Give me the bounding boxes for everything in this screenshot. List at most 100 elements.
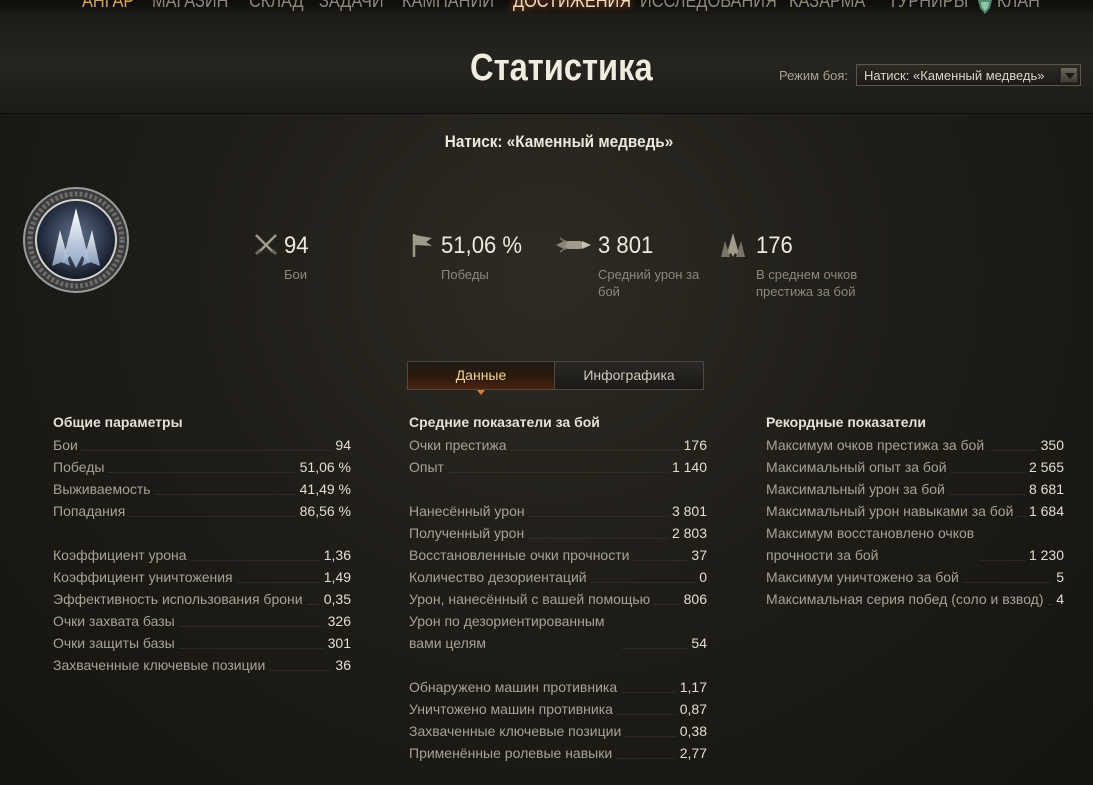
list-item: Применённые ролевые навыки 2,77	[409, 742, 707, 764]
battle-mode-selected: Натиск: «Каменный медведь»	[864, 68, 1045, 83]
list-item: Максимальный опыт за бой 2 565	[766, 456, 1064, 478]
list-item: Уничтожено машин противника 0,87	[409, 698, 707, 720]
stat-value: 806	[683, 591, 707, 607]
list-item: Максимум восстановлено очков прочности з…	[766, 522, 1064, 566]
stat-name: Попадания	[53, 503, 126, 519]
page-title: Статистика	[470, 47, 653, 89]
list-item: Коэффициент урона 1,36	[53, 544, 351, 566]
list-item: Захваченные ключевые позиции 0,38	[409, 720, 707, 742]
stat-value: 1 140	[671, 459, 707, 475]
nav-item-clan[interactable]: КЛАН	[997, 0, 1040, 13]
stat-value: 326	[327, 613, 351, 629]
tab-data[interactable]: Данные	[408, 362, 555, 395]
summary-avg-damage: 3 801 Средний урон за бой	[554, 232, 704, 302]
stat-value: 5	[1056, 569, 1064, 585]
list-item: Урон, нанесённый с вашей помощью 806	[409, 588, 707, 610]
stat-value: 176	[683, 437, 707, 453]
stat-name: Количество дезориентаций	[409, 569, 587, 585]
prestige-icon	[721, 233, 745, 257]
nav-item-barracks[interactable]: КАЗАРМА	[789, 0, 865, 13]
avg-prestige-label: В среднем очков престижа за бой	[756, 267, 858, 299]
list-item: Опыт 1 140	[409, 456, 707, 478]
stat-value: 2 803	[671, 525, 707, 541]
list-item: Очки престижа 176	[409, 434, 707, 456]
wins-label: Победы	[441, 267, 489, 282]
stat-value: 301	[327, 635, 351, 651]
list-item: Бои 94	[53, 434, 351, 456]
list-item: Обнаружено машин противника 1,17	[409, 676, 707, 698]
stat-value: 3 801	[671, 503, 707, 519]
list-item: Полученный урон 2 803	[409, 522, 707, 544]
nav-item-tournaments[interactable]: ТУРНИРЫ	[888, 0, 968, 13]
summary-battles: 94 Бои	[253, 232, 393, 292]
nav-item-achievements[interactable]: ДОСТИЖЕНИЯ	[513, 0, 631, 13]
stat-name: Опыт	[409, 459, 444, 475]
avg-damage-value: 3 801	[598, 232, 654, 259]
stat-name: Обнаружено машин противника	[409, 679, 618, 695]
column-title: Общие параметры	[53, 414, 183, 430]
list-item: Максимальный урон за бой 8 681	[766, 478, 1064, 500]
stat-value: 1 684	[1028, 503, 1064, 519]
stat-name: Максимальная серия побед (соло и взвод)	[766, 591, 1044, 607]
shell-burst-icon	[556, 237, 591, 253]
battle-mode-label: Режим боя:	[779, 68, 849, 83]
stat-value: 37	[691, 547, 707, 563]
list-item: Выживаемость 41,49 %	[53, 478, 351, 500]
stat-name: Захваченные ключевые позиции	[409, 723, 622, 739]
tab-infographics[interactable]: Инфографика	[555, 362, 703, 389]
list-item: Количество дезориентаций 0	[409, 566, 707, 588]
stat-value: 0	[699, 569, 707, 585]
stat-name: Коэффициент урона	[53, 547, 187, 563]
stat-name: Применённые ролевые навыки	[409, 745, 613, 761]
stat-name: Победы	[53, 459, 105, 475]
stat-name: Максимальный урон за бой	[766, 481, 945, 497]
crossed-swords-icon	[254, 234, 278, 256]
stat-name: Нанесённый урон	[409, 503, 525, 519]
nav-item-shop[interactable]: МАГАЗИН	[152, 0, 228, 13]
battles-value: 94	[284, 232, 309, 259]
stat-name: Бои	[53, 437, 78, 453]
general-stats-column: Общие параметры Бои 94 Победы 51,06 % Выжи…	[53, 414, 351, 676]
stat-value: 1,49	[323, 569, 351, 585]
stat-name: Очки захвата базы	[53, 613, 175, 629]
mode-heading: Натиск: «Каменный медведь»	[444, 132, 674, 151]
top-navigation: АНГАР МАГАЗИН СКЛАД ЗАДАЧИ КАМПАНИИ ДОСТ…	[0, 0, 1093, 14]
list-item: Максимальный урон навыками за бой 1 684	[766, 500, 1064, 522]
nav-item-research[interactable]: ИССЛЕДОВАНИЯ	[640, 0, 777, 13]
avg-damage-label: Средний урон за бой	[598, 267, 700, 299]
stat-name: Максимум уничтожено за бой	[766, 569, 959, 585]
battle-mode-dropdown[interactable]: Натиск: «Каменный медведь»	[856, 64, 1081, 86]
column-title: Рекордные показатели	[766, 414, 927, 430]
list-item: Максимум уничтожено за бой 5	[766, 566, 1064, 588]
list-item: Попадания 86,56 %	[53, 500, 351, 522]
stat-value: 8 681	[1028, 481, 1064, 497]
list-item: Очки защиты базы 301	[53, 632, 351, 654]
stat-name: Максимальный опыт за бой	[766, 459, 947, 475]
nav-item-campaigns[interactable]: КАМПАНИИ	[402, 0, 494, 13]
stat-value: 2,77	[679, 745, 707, 761]
nav-item-depot[interactable]: СКЛАД	[249, 0, 304, 13]
view-tabs: Данные Инфографика	[407, 361, 704, 395]
chevron-down-icon[interactable]	[1060, 67, 1078, 83]
records-stats-column: Рекордные показатели Максимум очков прес…	[766, 414, 1064, 610]
flag-icon	[412, 234, 432, 257]
stat-name: Максимум очков престижа за бой	[766, 437, 985, 453]
stat-value: 350	[1040, 437, 1064, 453]
avg-prestige-value: 176	[756, 232, 793, 259]
nav-item-hangar[interactable]: АНГАР	[82, 0, 134, 13]
stat-value: 0,38	[679, 723, 707, 739]
list-item: Очки захвата базы 326	[53, 610, 351, 632]
stat-name: Урон по дезориентированным вами целям	[409, 613, 605, 651]
stat-name: Урон, нанесённый с вашей помощью	[409, 591, 651, 607]
stat-name: Очки престижа	[409, 437, 507, 453]
stat-name: Максимум восстановлено очков прочности з…	[766, 525, 975, 563]
stat-value: 86,56 %	[299, 503, 351, 519]
stat-value: 1,17	[679, 679, 707, 695]
list-item: Максимальная серия побед (соло и взвод) 4	[766, 588, 1064, 610]
stat-name: Захваченные ключевые позиции	[53, 657, 266, 673]
stat-name: Полученный урон	[409, 525, 525, 541]
stat-value: 1,36	[323, 547, 351, 563]
stat-value: 1 230	[1028, 547, 1064, 563]
nav-item-missions[interactable]: ЗАДАЧИ	[319, 0, 384, 13]
stat-name: Выживаемость	[53, 481, 151, 497]
